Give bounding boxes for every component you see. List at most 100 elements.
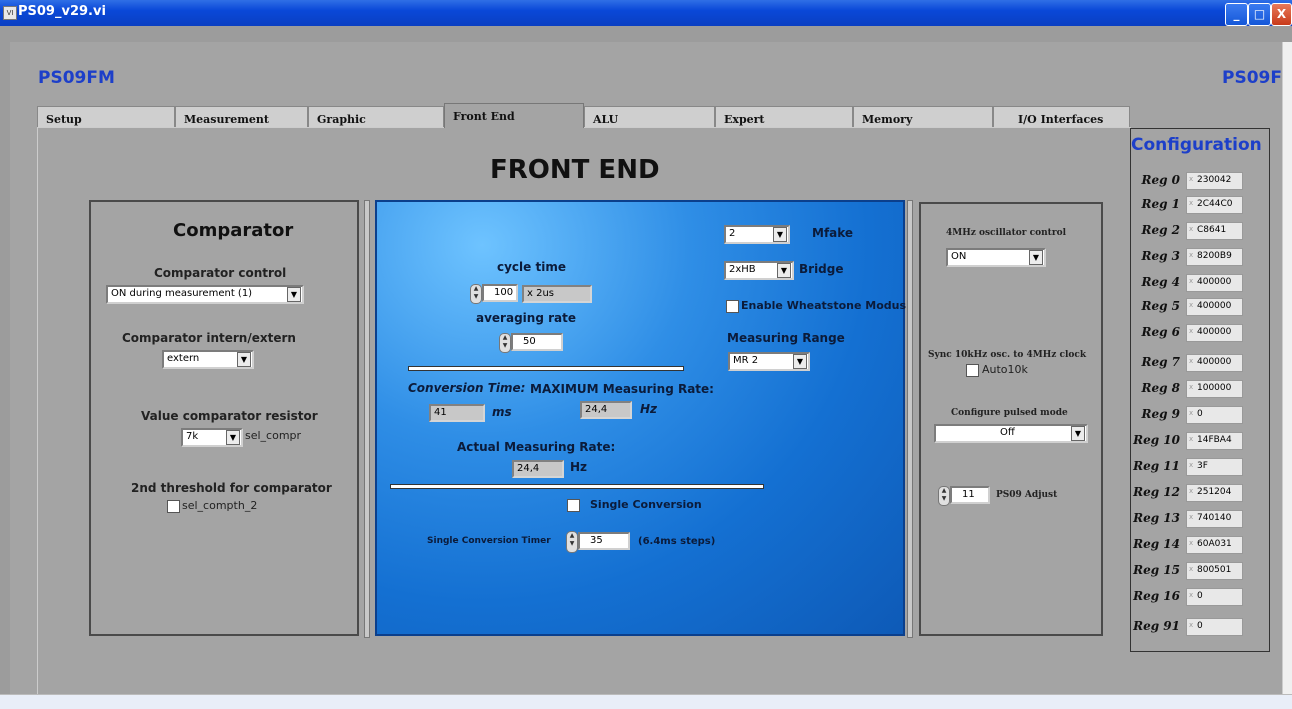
tab-expert[interactable]: Expert (715, 106, 853, 127)
labview-vi-icon[interactable]: VI (3, 6, 17, 20)
single-conversion-label: Single Conversion (590, 498, 702, 511)
register-value[interactable]: 0 (1186, 588, 1243, 606)
minimize-icon[interactable]: _ (1225, 3, 1248, 26)
chevron-down-icon[interactable]: ▼ (226, 430, 240, 445)
tab-measurement[interactable]: Measurement (175, 106, 308, 127)
wheatstone-checkbox[interactable] (726, 300, 739, 313)
register-value[interactable]: 400000 (1186, 274, 1243, 292)
oscillator-control-label: 4MHz oscillator control (946, 228, 1066, 238)
chevron-down-icon[interactable]: ▼ (287, 287, 301, 302)
measuring-range-value: MR 2 (733, 355, 759, 366)
register-value[interactable]: 800501 (1186, 562, 1243, 580)
cycle-time-unit: x 2us (522, 285, 592, 303)
comparator-control-select[interactable]: ON during measurement (1) ▼ (106, 285, 304, 304)
adjust-spinner[interactable]: ▲ ▼ (938, 486, 950, 506)
window-title: PS09_v29.vi (18, 4, 106, 19)
adjust-input[interactable]: 11 (950, 486, 990, 504)
register-value[interactable]: 0 (1186, 618, 1243, 636)
chevron-down-icon[interactable]: ▼ (793, 354, 807, 369)
auto10k-label: Auto10k (982, 363, 1028, 376)
oscillator-control-select[interactable]: ON ▼ (946, 248, 1046, 267)
tab-memory[interactable]: Memory (853, 106, 993, 127)
chevron-down-icon[interactable]: ▼ (773, 227, 787, 242)
max-rate-value: 24,4 (580, 401, 632, 419)
window-titlebar[interactable]: VI PS09_v29.vi _ □ X (0, 0, 1292, 26)
chevron-down-icon[interactable]: ▼ (777, 263, 791, 278)
actual-rate-value: 24,4 (512, 460, 564, 478)
register-value[interactable]: 400000 (1186, 354, 1243, 372)
averaging-input[interactable]: 50 (511, 333, 563, 351)
timer-input[interactable]: 35 (578, 532, 630, 550)
chevron-down-icon[interactable]: ▼ (1071, 426, 1085, 441)
register-value[interactable]: 230042 (1186, 172, 1243, 190)
tab-front-end[interactable]: Front End (444, 103, 584, 128)
measuring-range-select[interactable]: MR 2 ▼ (728, 352, 810, 371)
max-rate-label: MAXIMUM Measuring Rate: (530, 382, 714, 396)
close-icon[interactable]: X (1271, 3, 1292, 26)
cycle-time-input[interactable]: 100 (482, 284, 518, 302)
cycle-time-spinner[interactable]: ▲ ▼ (470, 284, 482, 304)
register-label: Reg 6 (1141, 325, 1180, 339)
register-label: Reg 14 (1133, 537, 1180, 551)
timer-unit: (6.4ms steps) (638, 536, 716, 547)
register-label: Reg 3 (1141, 249, 1180, 263)
resistor-value: 7k (186, 431, 199, 442)
register-label: Reg 7 (1141, 355, 1180, 369)
register-value[interactable]: 14FBA4 (1186, 432, 1243, 450)
auto10k-checkbox[interactable] (966, 364, 979, 377)
register-label: Reg 11 (1133, 459, 1180, 473)
register-value[interactable]: 60A031 (1186, 536, 1243, 554)
register-label: Reg 9 (1141, 407, 1180, 421)
conversion-time-value: 41 (429, 404, 485, 422)
register-value[interactable]: 740140 (1186, 510, 1243, 528)
separator (907, 200, 913, 638)
configuration-title: Configuration (1131, 135, 1262, 155)
bridge-select[interactable]: 2xHB ▼ (724, 261, 794, 280)
tab-alu[interactable]: ALU (584, 106, 715, 127)
chevron-down-icon[interactable]: ▼ (237, 352, 251, 367)
horizontal-scrollbar[interactable] (0, 694, 1292, 709)
resistor-name: sel_compr (245, 429, 302, 442)
actual-rate-unit: Hz (570, 460, 588, 474)
register-label: Reg 4 (1141, 275, 1180, 289)
single-conversion-checkbox[interactable] (567, 499, 580, 512)
mfake-select[interactable]: 2 ▼ (724, 225, 790, 244)
comparator-title: Comparator (173, 220, 294, 241)
pulsed-mode-value: Off (1000, 427, 1015, 438)
register-value[interactable]: 8200B9 (1186, 248, 1243, 266)
sync-label: Sync 10kHz osc. to 4MHz clock (928, 350, 1087, 360)
register-value[interactable]: 100000 (1186, 380, 1243, 398)
chevron-down-icon[interactable]: ▼ (1029, 250, 1043, 265)
maximize-icon[interactable]: □ (1248, 3, 1271, 26)
comparator-resistor-select[interactable]: 7k ▼ (181, 428, 243, 447)
tab-graphic[interactable]: Graphic (308, 106, 444, 127)
threshold-checkbox[interactable] (167, 500, 180, 513)
register-value[interactable]: 2C44C0 (1186, 196, 1243, 214)
timer-spinner[interactable]: ▲ ▼ (566, 531, 578, 553)
averaging-spinner[interactable]: ▲ ▼ (499, 333, 511, 353)
register-label: Reg 91 (1133, 619, 1180, 633)
oscillator-box (919, 202, 1103, 636)
cycle-time-label: cycle time (497, 260, 566, 274)
comparator-intern-extern-label: Comparator intern/extern (122, 331, 296, 345)
register-value[interactable]: 3F (1186, 458, 1243, 476)
register-value[interactable]: 0 (1186, 406, 1243, 424)
tab-setup[interactable]: Setup (37, 106, 175, 127)
averaging-label: averaging rate (476, 311, 576, 325)
register-label: Reg 8 (1141, 381, 1180, 395)
register-value[interactable]: 400000 (1186, 298, 1243, 316)
register-value[interactable]: 400000 (1186, 324, 1243, 342)
vertical-scrollbar[interactable] (1282, 42, 1292, 694)
comparator-control-label: Comparator control (154, 266, 287, 280)
comparator-intern-extern-select[interactable]: extern ▼ (162, 350, 254, 369)
tab-io-interfaces[interactable]: I/O Interfaces (993, 106, 1130, 127)
bridge-label: Bridge (799, 262, 844, 276)
register-value[interactable]: C8641 (1186, 222, 1243, 240)
comparator-control-value: ON during measurement (1) (111, 288, 253, 299)
oscillator-control-value: ON (951, 251, 967, 262)
measuring-range-label: Measuring Range (727, 331, 845, 345)
pulsed-mode-select[interactable]: Off ▼ (934, 424, 1088, 443)
divider (408, 366, 684, 371)
divider (390, 484, 764, 489)
register-value[interactable]: 251204 (1186, 484, 1243, 502)
